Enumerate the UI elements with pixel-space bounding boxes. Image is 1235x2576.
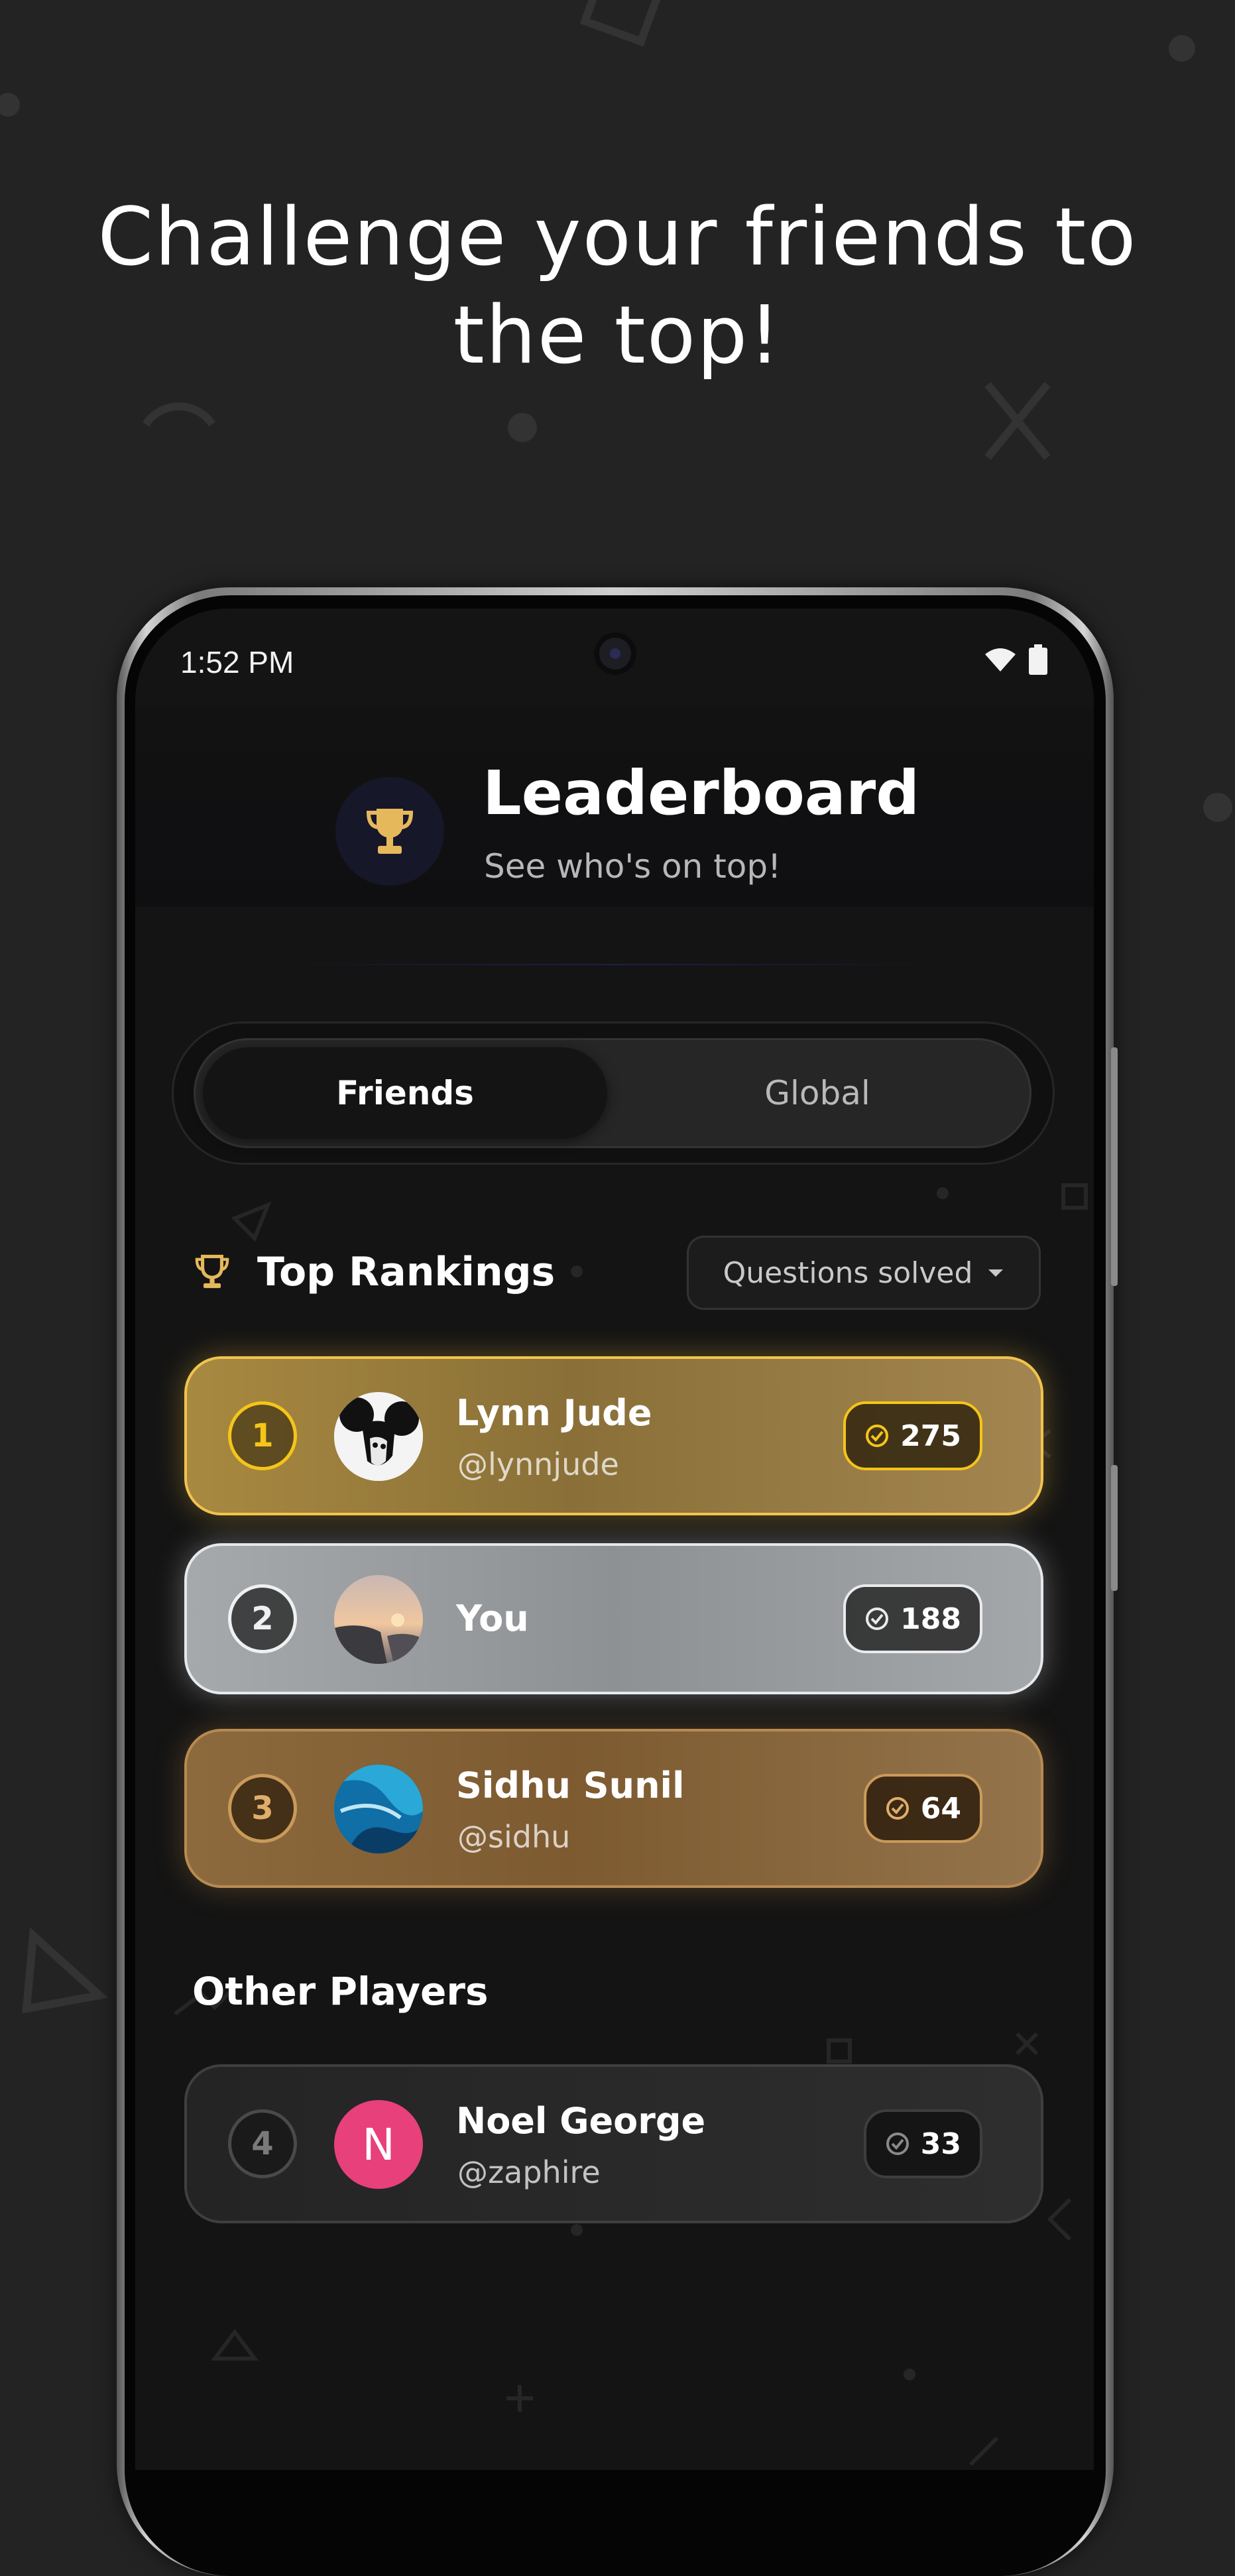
avatar-mouse-image (334, 1392, 423, 1481)
player-name: Noel George (456, 2100, 706, 2142)
score-badge: 188 (843, 1584, 982, 1653)
avatar (334, 1575, 423, 1664)
leaderboard-badge (335, 777, 444, 886)
sort-dropdown-value: Questions solved (723, 1256, 973, 1290)
score-badge: 64 (863, 1774, 982, 1843)
tab-bar: Friends Global (174, 1024, 1053, 1163)
headline-line-2: the top! (453, 290, 782, 382)
front-camera (594, 632, 636, 675)
leaderboard-row-4[interactable]: 4 N Noel George @zaphire 33 (184, 2064, 1043, 2223)
score-badge: 33 (863, 2109, 982, 2178)
player-name: You (456, 1598, 529, 1639)
player-handle: @lynnjude (457, 1446, 619, 1482)
rank-badge: 3 (228, 1774, 297, 1843)
avatar-landscape-image (334, 1575, 423, 1664)
score-badge: 275 (843, 1401, 982, 1470)
leaderboard-row-1[interactable]: 1 Lynn Jude @lynnjude 275 (184, 1356, 1043, 1515)
avatar-abstract-image (334, 1765, 423, 1853)
header-divider (268, 964, 961, 965)
top-rankings-header: Top Rankings Questions solved (195, 1236, 1041, 1310)
trophy-icon (195, 1254, 229, 1289)
avatar (334, 1392, 423, 1481)
trophy-icon (366, 809, 414, 854)
leaderboard-row-2[interactable]: 2 You 188 (184, 1543, 1043, 1694)
page-title: Leaderboard (483, 758, 920, 829)
phone-side-button (1111, 1047, 1118, 1286)
score-value: 275 (900, 1419, 961, 1453)
leaderboard-row-3[interactable]: 3 Sidhu Sunil @sidhu 64 (184, 1729, 1043, 1888)
wifi-icon (985, 648, 1016, 672)
phone-side-button (1111, 1465, 1118, 1591)
page-subtitle: See who's on top! (484, 847, 782, 886)
avatar: N (334, 2100, 423, 2189)
rank-badge: 1 (228, 1401, 297, 1470)
other-players-title: Other Players (192, 1969, 489, 2014)
score-value: 188 (900, 1602, 961, 1636)
check-circle-icon (886, 2133, 909, 2155)
rank-badge: 4 (228, 2109, 297, 2178)
tab-track: Friends Global (194, 1038, 1031, 1148)
score-value: 33 (920, 2127, 961, 2161)
caret-down-icon (988, 1269, 1004, 1277)
player-name: Lynn Jude (456, 1392, 652, 1434)
check-circle-icon (866, 1608, 889, 1630)
avatar (334, 1765, 423, 1853)
rank-badge: 2 (228, 1584, 297, 1653)
check-circle-icon (866, 1425, 889, 1447)
section-title: Top Rankings (257, 1249, 556, 1295)
phone-screen: 1:52 PM Leaderboard See who's on top! Fr… (135, 609, 1094, 2470)
score-value: 64 (920, 1791, 961, 1826)
check-circle-icon (886, 1797, 909, 1820)
status-icons (984, 644, 1047, 675)
promo-headline: Challenge your friends to the top! (0, 189, 1235, 385)
sort-dropdown[interactable]: Questions solved (687, 1236, 1041, 1310)
battery-icon (1029, 644, 1047, 675)
headline-line-1: Challenge your friends to (97, 192, 1138, 284)
player-handle: @zaphire (457, 2154, 601, 2190)
tab-global[interactable]: Global (615, 1047, 1020, 1139)
player-name: Sidhu Sunil (456, 1765, 685, 1806)
status-time: 1:52 PM (180, 645, 294, 679)
player-handle: @sidhu (457, 1819, 571, 1855)
avatar-initial: N (362, 2119, 395, 2170)
tab-friends[interactable]: Friends (203, 1047, 607, 1139)
